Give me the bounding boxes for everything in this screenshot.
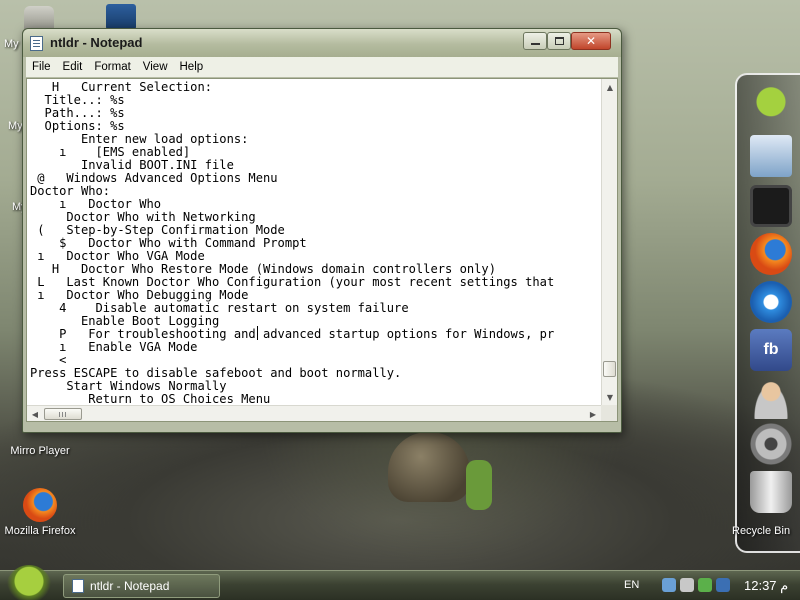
scroll-up-arrow-icon[interactable]: ▲ — [602, 79, 618, 95]
close-button[interactable]: ✕ — [571, 32, 611, 50]
scrollbar-corner — [601, 405, 617, 421]
menu-bar: File Edit Format View Help — [26, 57, 618, 77]
text-caret — [257, 326, 258, 340]
close-icon: ✕ — [585, 34, 597, 48]
text-line: ı Enable VGA Mode — [30, 340, 198, 354]
taskbar-button-label: ntldr - Notepad — [90, 579, 170, 593]
desktop-label-my-2[interactable]: My — [8, 120, 23, 132]
minimize-button[interactable] — [523, 32, 547, 50]
taskbar: ntldr - Notepad EN 12:37 م — [0, 565, 800, 600]
title-bar[interactable]: ntldr - Notepad ✕ — [23, 29, 621, 57]
text-line: Return to OS Choices Menu — [30, 392, 271, 406]
android-icon[interactable] — [750, 85, 792, 127]
recycle-bin-icon[interactable] — [750, 471, 792, 513]
menu-help[interactable]: Help — [174, 57, 210, 77]
support-icon[interactable] — [750, 377, 792, 419]
horizontal-scrollbar[interactable]: ◀ ▶ — [27, 405, 601, 421]
desktop-label-my-1[interactable]: My — [4, 38, 19, 50]
tablet-icon[interactable] — [750, 185, 792, 227]
scroll-down-arrow-icon[interactable]: ▼ — [602, 389, 618, 405]
menu-edit[interactable]: Edit — [57, 57, 89, 77]
scroll-right-arrow-icon[interactable]: ▶ — [585, 406, 601, 422]
menu-file[interactable]: File — [26, 57, 57, 77]
tray-icon-4[interactable] — [716, 578, 730, 592]
desktop-icon-label: Mirro Player — [10, 445, 70, 457]
network-icon[interactable] — [750, 135, 792, 177]
notepad-window: ntldr - Notepad ✕ File Edit Format View … — [22, 28, 622, 433]
desktop-icon-firefox[interactable]: Mozilla Firefox — [0, 488, 80, 537]
maximize-icon — [554, 37, 564, 45]
menu-format[interactable]: Format — [88, 57, 136, 77]
desktop-icon-top-2[interactable] — [106, 4, 136, 30]
clock[interactable]: 12:37 م — [744, 578, 788, 594]
desktop-icon-label: Mozilla Firefox — [4, 525, 76, 537]
language-indicator[interactable]: EN — [624, 579, 639, 591]
wallpaper-figure — [388, 432, 470, 502]
text-area[interactable]: H Current Selection: Title..: %s Path...… — [27, 79, 600, 406]
maximize-button[interactable] — [547, 32, 571, 50]
side-dock: fb — [735, 73, 800, 553]
text-line: @ Windows Advanced Options Menu — [30, 171, 278, 185]
taskbar-button-notepad[interactable]: ntldr - Notepad — [63, 574, 220, 598]
start-button[interactable] — [6, 565, 52, 600]
wallpaper-figure-leg — [466, 460, 492, 510]
tray-icon-3[interactable] — [698, 578, 712, 592]
menu-view[interactable]: View — [137, 57, 174, 77]
horizontal-scroll-thumb[interactable] — [44, 408, 82, 420]
vertical-scrollbar[interactable]: ▲ ▼ — [601, 79, 617, 405]
notepad-icon[interactable] — [30, 36, 43, 51]
facebook-icon[interactable]: fb — [750, 329, 792, 371]
settings-icon[interactable] — [750, 423, 792, 465]
window-title: ntldr - Notepad — [50, 35, 143, 50]
firefox-icon — [23, 488, 57, 522]
tray-icon-2[interactable] — [680, 578, 694, 592]
minimize-icon — [530, 43, 540, 45]
vertical-scroll-thumb[interactable] — [603, 361, 616, 377]
tray-icon-1[interactable] — [662, 578, 676, 592]
firefox-icon[interactable] — [750, 233, 792, 275]
recycle-bin-label[interactable]: Recycle Bin — [732, 525, 790, 537]
notepad-icon — [72, 579, 84, 593]
scroll-left-arrow-icon[interactable]: ◀ — [27, 406, 43, 422]
internet-explorer-icon[interactable] — [750, 281, 792, 323]
text-editor[interactable]: H Current Selection: Title..: %s Path...… — [26, 78, 618, 422]
